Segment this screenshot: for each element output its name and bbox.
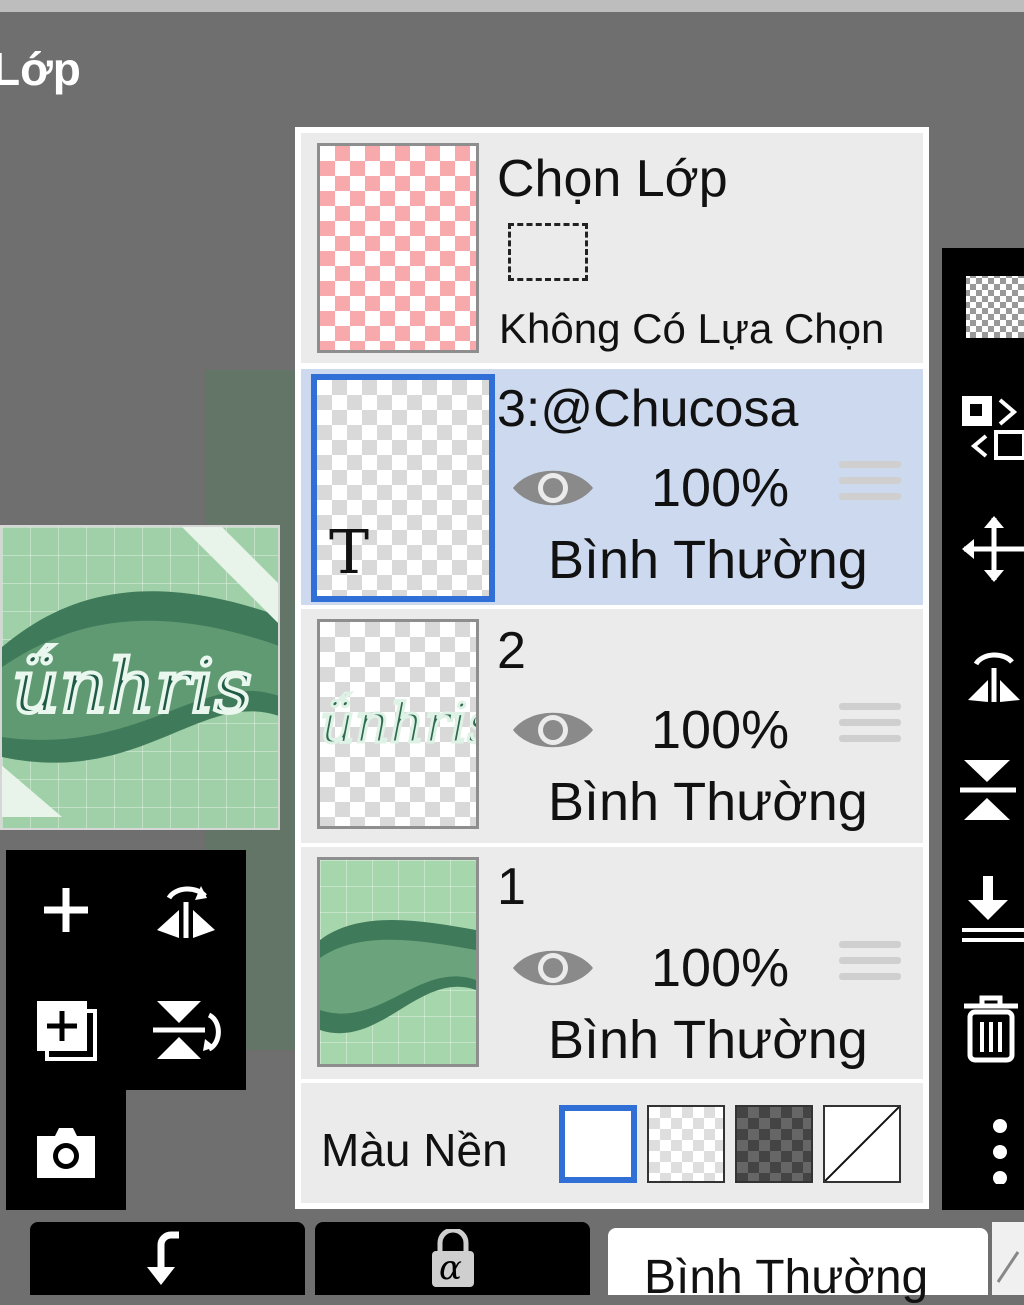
selection-layer-thumbnail xyxy=(317,143,479,353)
layer-panel: Chọn Lớp Không Có Lựa Chọn T 3:@Chucosa … xyxy=(295,127,929,1209)
layer-thumbnail-art xyxy=(320,920,476,1034)
trash-icon[interactable] xyxy=(958,994,1024,1064)
selection-marquee-icon xyxy=(508,223,588,281)
background-label: Màu Nền xyxy=(321,1124,508,1176)
layer-opacity[interactable]: 100% xyxy=(651,457,789,519)
text-layer-badge: T xyxy=(329,518,370,588)
back-button[interactable] xyxy=(30,1222,305,1295)
add-layer-icon[interactable] xyxy=(26,870,106,950)
duplicate-layer-icon[interactable] xyxy=(26,990,106,1070)
alpha-lock-label: α xyxy=(439,1248,462,1288)
svg-text:ǘnhris: ǘnhris xyxy=(320,692,476,755)
layer-thumbnail xyxy=(317,857,479,1067)
layer-blend-mode[interactable]: Bình Thường xyxy=(548,771,868,833)
blend-mode-selector[interactable]: Bình Thường xyxy=(608,1228,988,1304)
camera-icon[interactable] xyxy=(26,1112,106,1192)
eye-icon[interactable] xyxy=(511,463,595,513)
blend-mode-value: Bình Thường xyxy=(644,1251,929,1304)
eye-icon[interactable] xyxy=(511,705,595,755)
selection-layer-title: Chọn Lớp xyxy=(497,150,728,208)
layer-row[interactable]: ǘnhris 2 100% Bình Thường xyxy=(301,609,923,843)
layer-row[interactable]: T 3:@Chucosa 100% Bình Thường xyxy=(301,369,923,605)
drag-handle-icon[interactable] xyxy=(839,941,901,989)
background-color-row: Màu Nền xyxy=(301,1083,923,1203)
more-icon[interactable] xyxy=(958,1114,1024,1185)
blend-mode-arrow-icon[interactable] xyxy=(992,1222,1024,1295)
layer-opacity[interactable]: 100% xyxy=(651,937,789,999)
merge-down-icon[interactable] xyxy=(958,874,1024,944)
layer-thumbnail-art: ǘnhris xyxy=(319,691,497,757)
left-toolbar xyxy=(6,850,246,1090)
layer-name: 3:@Chucosa xyxy=(497,380,799,438)
transparency-icon[interactable] xyxy=(958,272,1024,342)
selection-status: Không Có Lựa Chọn xyxy=(499,305,885,352)
background-none-swatch[interactable] xyxy=(823,1105,901,1183)
background-transparent-dark-swatch[interactable] xyxy=(735,1105,813,1183)
left-toolbar-bottom xyxy=(6,1090,126,1210)
background-white-swatch[interactable] xyxy=(559,1105,637,1183)
layer-name: 2 xyxy=(497,622,526,680)
layer-thumbnail: ǘnhris xyxy=(317,619,497,829)
flip-vertical-icon[interactable] xyxy=(958,754,1024,824)
background-transparent-light-swatch[interactable] xyxy=(647,1105,725,1183)
move-icon[interactable] xyxy=(958,514,1024,584)
back-arrow-icon xyxy=(146,1231,179,1285)
swap-layer-icon[interactable] xyxy=(958,392,1024,462)
flip-horizontal-icon[interactable] xyxy=(146,870,226,950)
layer-blend-mode[interactable]: Bình Thường xyxy=(548,1009,868,1071)
svg-text:ǘnhris: ǘnhris xyxy=(12,644,252,730)
canvas-artwork: ǘnhris xyxy=(2,527,278,817)
layer-blend-mode[interactable]: Bình Thường xyxy=(548,529,868,591)
right-toolbar xyxy=(942,248,1024,1210)
layer-thumbnail: T xyxy=(311,374,495,602)
layer-row[interactable]: 1 100% Bình Thường xyxy=(301,847,923,1079)
layer-opacity[interactable]: 100% xyxy=(651,699,789,761)
layer-name: 1 xyxy=(497,858,526,916)
flip-horizontal-icon[interactable] xyxy=(958,634,1024,704)
canvas-preview: ǘnhris xyxy=(0,525,280,830)
drag-handle-icon[interactable] xyxy=(839,461,901,509)
drag-handle-icon[interactable] xyxy=(839,703,901,751)
flip-vertical-icon[interactable] xyxy=(146,990,226,1070)
page-title: Lớp xyxy=(0,43,81,95)
alpha-lock-button[interactable]: α xyxy=(315,1222,590,1295)
eye-icon[interactable] xyxy=(511,943,595,993)
top-status-bar xyxy=(0,0,1024,12)
selection-layer-row[interactable]: Chọn Lớp Không Có Lựa Chọn xyxy=(301,133,923,363)
